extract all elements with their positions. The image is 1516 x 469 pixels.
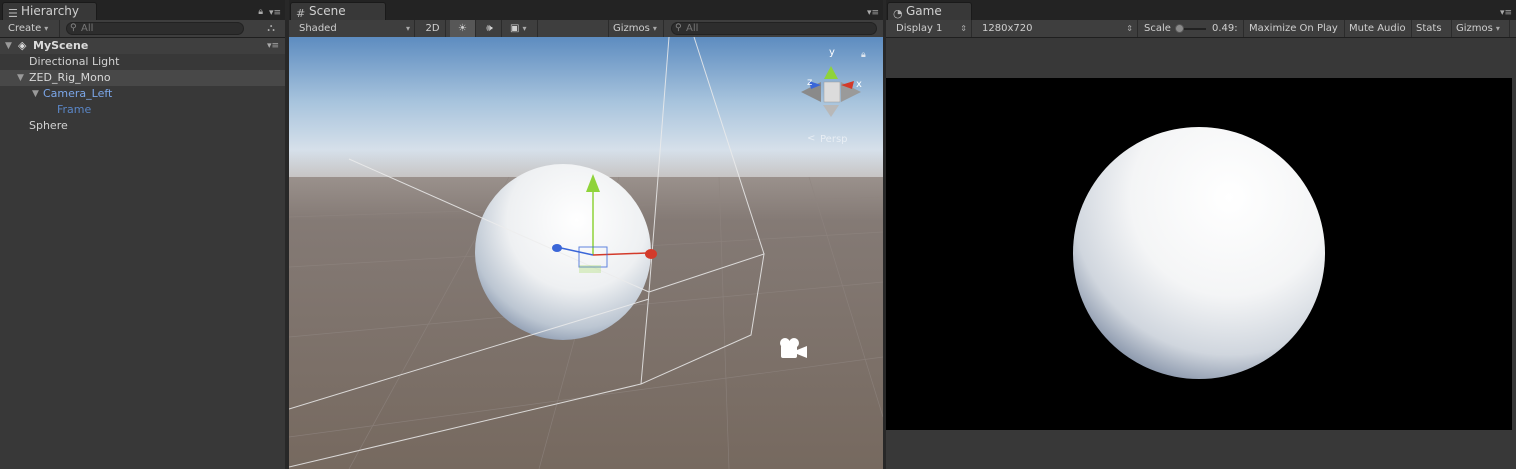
hierarchy-search-placeholder: All bbox=[81, 23, 94, 34]
stats-toggle[interactable]: Stats bbox=[1412, 20, 1452, 37]
audio-toggle-button[interactable]: 🕪︎ bbox=[478, 20, 502, 37]
sphere-object[interactable] bbox=[475, 164, 651, 340]
sun-icon: ☀ bbox=[458, 23, 467, 34]
display-label: Display 1 bbox=[896, 23, 943, 34]
speaker-icon: 🕪︎ bbox=[486, 23, 493, 34]
scene-tabstrip: # Scene ▾≡ bbox=[289, 0, 883, 20]
scene-search-placeholder: All bbox=[686, 23, 699, 34]
scale-track[interactable] bbox=[1175, 24, 1206, 33]
list-item[interactable]: Sphere bbox=[0, 118, 285, 134]
panel-menu-icon[interactable]: ▾≡ bbox=[269, 8, 281, 18]
list-item[interactable]: Directional Light bbox=[0, 54, 285, 70]
search-icon: ⚲ bbox=[70, 23, 77, 33]
image-icon: ▣ bbox=[510, 23, 520, 34]
sky bbox=[289, 37, 883, 182]
scene-gizmos-label: Gizmos bbox=[613, 23, 650, 34]
resolution-dropdown[interactable]: 1280x720 ⇕ bbox=[978, 20, 1138, 37]
toggle-2d-label: 2D bbox=[425, 23, 440, 34]
game-view[interactable] bbox=[886, 78, 1512, 430]
updown-arrow-icon: ⇕ bbox=[960, 24, 967, 33]
scene-name: MyScene bbox=[33, 39, 89, 52]
list-item[interactable]: Frame bbox=[0, 102, 285, 118]
scene-gizmos-dropdown[interactable]: Gizmos ▾ bbox=[608, 20, 664, 37]
game-toolbar: Display 1 ⇕ 1280x720 ⇕ Scale 0.49: Maxim… bbox=[886, 20, 1516, 38]
dropdown-arrow-icon: ▾ bbox=[522, 24, 527, 33]
stats-label: Stats bbox=[1416, 23, 1442, 34]
tab-game-label: Game bbox=[906, 4, 942, 18]
scene-panel: # Scene ▾≡ Shaded ▾ 2D ☀ 🕪︎ ▣ ▾ Gizmos ▾ ⚲… bbox=[289, 0, 883, 469]
list-item-selected[interactable]: ▼ ZED_Rig_Mono bbox=[0, 70, 285, 86]
game-panel: ◔ Game ▾≡ Display 1 ⇕ 1280x720 ⇕ Scale 0… bbox=[886, 0, 1516, 469]
tab-game[interactable]: ◔ Game bbox=[887, 2, 972, 20]
axis-x-label: x bbox=[856, 79, 862, 90]
axis-z-label: z bbox=[807, 77, 812, 88]
dropdown-arrow-icon: ▾ bbox=[44, 24, 49, 33]
persp-label: Persp bbox=[820, 134, 848, 145]
scale-thumb[interactable] bbox=[1175, 24, 1184, 33]
effects-dropdown[interactable]: ▣ ▾ bbox=[506, 20, 538, 37]
scene-search-input[interactable]: ⚲ All bbox=[671, 22, 877, 35]
unity-scene-icon: ◈ bbox=[18, 39, 27, 52]
game-tabstrip: ◔ Game ▾≡ bbox=[886, 0, 1516, 20]
dropdown-arrow-icon: ▾ bbox=[652, 24, 657, 33]
hierarchy-panel: ☰ Hierarchy 🔒︎ ▾≡ Create ▾ ⚲ All ⛬ ▼ ◈ My… bbox=[0, 0, 285, 469]
search-icon: ⚲ bbox=[675, 23, 682, 33]
scale-value: 0.49: bbox=[1212, 23, 1238, 34]
resolution-label: 1280x720 bbox=[982, 23, 1033, 34]
game-sphere bbox=[1073, 127, 1325, 379]
scene-menu-icon[interactable]: ▾≡ bbox=[267, 38, 279, 54]
create-label: Create bbox=[8, 23, 42, 34]
list-item[interactable]: ▼ Camera_Left bbox=[0, 86, 285, 102]
game-gizmos-dropdown[interactable]: Gizmos ▾ bbox=[1452, 20, 1510, 37]
lock-icon[interactable]: 🔒︎ bbox=[861, 50, 866, 60]
filter-icon[interactable]: ⛬ bbox=[267, 21, 275, 35]
panel-menu-icon[interactable]: ▾≡ bbox=[867, 8, 879, 18]
tab-hierarchy-label: Hierarchy bbox=[21, 4, 80, 18]
shading-label: Shaded bbox=[299, 23, 337, 34]
hierarchy-search-input[interactable]: ⚲ All bbox=[66, 22, 244, 35]
scene-viewport[interactable]: y x z Persp < 🔒︎ bbox=[289, 37, 883, 469]
tab-hierarchy[interactable]: ☰ Hierarchy bbox=[2, 2, 97, 20]
panel-menu-icon[interactable]: ▾≡ bbox=[1500, 8, 1512, 18]
lock-icon[interactable]: 🔒︎ bbox=[258, 7, 263, 17]
expand-arrow-icon[interactable]: ▼ bbox=[5, 38, 12, 54]
scene-root-row[interactable]: ▼ ◈ MyScene ▾≡ bbox=[0, 38, 285, 54]
scene-toolbar: Shaded ▾ 2D ☀ 🕪︎ ▣ ▾ Gizmos ▾ ⚲ All bbox=[289, 20, 883, 38]
scale-label: Scale bbox=[1144, 23, 1171, 34]
hierarchy-item-label: Sphere bbox=[29, 119, 68, 132]
mute-label: Mute Audio bbox=[1349, 23, 1406, 34]
game-gizmos-label: Gizmos bbox=[1456, 23, 1493, 34]
tab-scene[interactable]: # Scene bbox=[290, 2, 386, 20]
hierarchy-item-label: ZED_Rig_Mono bbox=[29, 71, 111, 84]
scale-slider[interactable]: Scale 0.49: bbox=[1140, 20, 1244, 37]
axis-y-label: y bbox=[829, 47, 835, 58]
tab-scene-label: Scene bbox=[309, 4, 346, 18]
maximize-on-play-toggle[interactable]: Maximize On Play bbox=[1245, 20, 1345, 37]
create-dropdown[interactable]: Create ▾ bbox=[4, 20, 60, 37]
toggle-2d-button[interactable]: 2D bbox=[420, 20, 446, 37]
lighting-toggle-button[interactable]: ☀ bbox=[450, 20, 476, 37]
hierarchy-item-label: Frame bbox=[57, 103, 92, 116]
updown-arrow-icon: ⇕ bbox=[1126, 24, 1133, 33]
dropdown-arrow-icon: ▾ bbox=[1495, 24, 1500, 33]
expand-arrow-icon[interactable]: ▼ bbox=[32, 86, 39, 102]
hierarchy-toolbar: Create ▾ ⚲ All ⛬ bbox=[0, 20, 285, 38]
dropdown-arrow-icon: ▾ bbox=[405, 24, 410, 33]
expand-arrow-icon[interactable]: ▼ bbox=[17, 70, 24, 86]
mute-audio-toggle[interactable]: Mute Audio bbox=[1345, 20, 1412, 37]
hierarchy-tabstrip: ☰ Hierarchy 🔒︎ ▾≡ bbox=[0, 0, 285, 20]
maximize-label: Maximize On Play bbox=[1249, 23, 1338, 34]
shading-mode-dropdown[interactable]: Shaded ▾ bbox=[295, 20, 415, 37]
hierarchy-item-label: Directional Light bbox=[29, 55, 120, 68]
display-dropdown[interactable]: Display 1 ⇕ bbox=[892, 20, 972, 37]
hierarchy-item-label: Camera_Left bbox=[43, 87, 113, 100]
persp-arrow-icon: < bbox=[807, 133, 815, 144]
